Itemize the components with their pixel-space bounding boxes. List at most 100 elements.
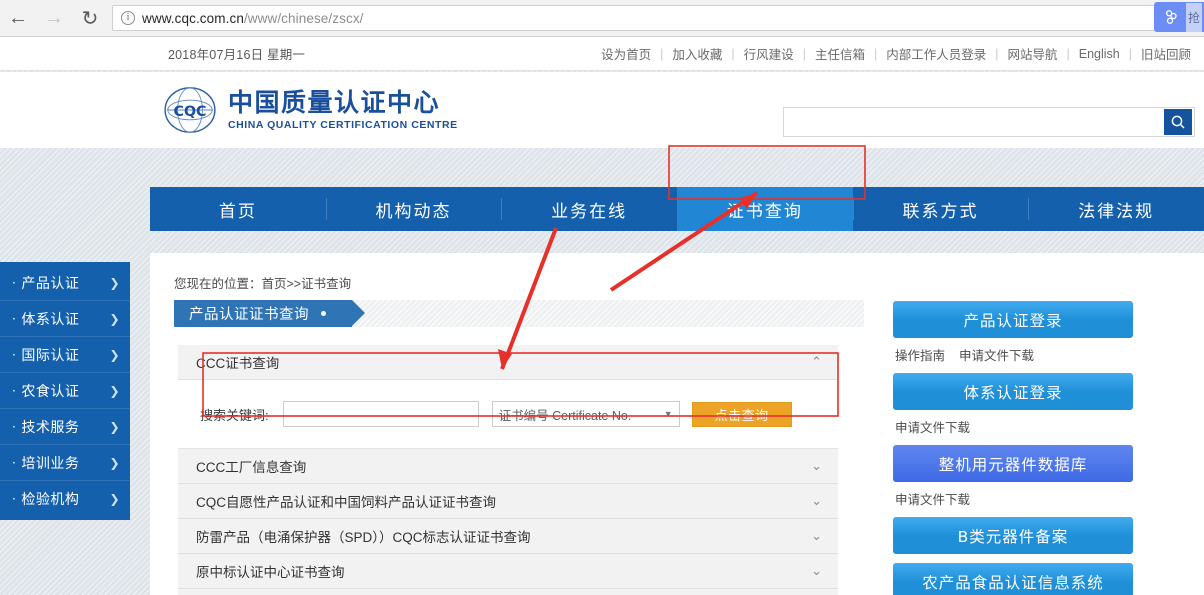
bullet-icon: ·: [12, 419, 17, 434]
search-keyword-label: 搜索关键词:: [200, 407, 269, 423]
chevron-down-icon[interactable]: ⌄: [811, 458, 822, 474]
left-sidebar: · 产品认证 ❯ · 体系认证 ❯ · 国际认证 ❯ · 农食认证 ❯ · 技术…: [0, 262, 130, 520]
accordion-header-spd-lightning[interactable]: 防雷产品（电涌保护器（SPD））CQC标志认证证书查询 ⌄: [178, 519, 838, 554]
site-search-button[interactable]: [1164, 109, 1192, 135]
system-certification-login-button[interactable]: 体系认证登录: [893, 373, 1133, 410]
bullet-icon: ·: [12, 347, 17, 362]
link-application-download[interactable]: 申请文件下载: [895, 489, 970, 508]
chevron-down-icon[interactable]: ⌄: [811, 528, 822, 544]
link-operation-guide[interactable]: 操作指南: [895, 345, 945, 364]
bullet-icon: ·: [12, 455, 17, 470]
sidebar-item-label: 技术服务: [21, 419, 80, 436]
clover-extension-icon: [1165, 10, 1177, 24]
site-logo[interactable]: CQC 中国质量认证中心 CHINA QUALITY CERTIFICATION…: [163, 86, 458, 134]
utility-link-director-mailbox[interactable]: 主任信箱: [806, 44, 874, 63]
chevron-right-icon: ❯: [109, 347, 120, 362]
accordion-header-ccc-factory[interactable]: CCC工厂信息查询 ⌄: [178, 449, 838, 484]
url-text: www.cqc.com.cn/www/chinese/zscx/: [142, 11, 364, 26]
utility-link-site-map[interactable]: 网站导航: [998, 44, 1066, 63]
product-certification-links: 操作指南 申请文件下载: [895, 345, 1133, 364]
sidebar-item-training[interactable]: · 培训业务 ❯: [0, 445, 130, 481]
chevron-down-icon[interactable]: ⌄: [811, 493, 822, 509]
utility-link-old-site[interactable]: 旧站回顾: [1132, 44, 1200, 63]
link-application-download[interactable]: 申请文件下载: [895, 417, 970, 436]
accordion-header-former-cqm[interactable]: 原中标认证中心证书查询 ⌄: [178, 554, 838, 589]
utility-links: 设为首页 | 加入收藏 | 行风建设 | 主任信箱 | 内部工作人员登录 | 网站导航 | …: [592, 44, 1200, 63]
utility-link-staff-login[interactable]: 内部工作人员登录: [877, 44, 995, 63]
panel-title-bar: 产品认证证书查询: [174, 300, 864, 327]
search-type-value: 证书编号 Certificate No.: [498, 408, 632, 423]
browser-extension-button[interactable]: 抢: [1154, 2, 1204, 32]
chevron-right-icon: ❯: [109, 455, 120, 470]
magnifier-icon: [1171, 115, 1185, 129]
sidebar-item-label: 产品认证: [21, 275, 80, 292]
forward-arrow-icon[interactable]: →: [36, 0, 72, 36]
nav-item-home[interactable]: 首页: [150, 187, 326, 231]
web-page: 2018年07月16日 星期一 设为首页 | 加入收藏 | 行风建设 | 主任信箱 | …: [0, 37, 1204, 595]
sidebar-item-label: 培训业务: [21, 455, 80, 472]
utility-link-conduct[interactable]: 行风建设: [735, 44, 803, 63]
sidebar-item-international-certification[interactable]: · 国际认证 ❯: [0, 337, 130, 373]
reload-icon[interactable]: ↻: [72, 0, 108, 36]
nav-item-certificate-query[interactable]: 证书查询: [677, 187, 853, 231]
accordion-label: 原中标认证中心证书查询: [196, 565, 345, 580]
agri-food-info-system-button[interactable]: 农产品食品认证信息系统: [893, 563, 1133, 595]
chevron-down-icon[interactable]: ⌄: [811, 563, 822, 579]
bullet-icon: ·: [12, 492, 17, 506]
component-database-button[interactable]: 整机用元器件数据库: [893, 445, 1133, 482]
url-domain: www.cqc.com.cn: [142, 10, 244, 26]
accordion-header-cb-certificate[interactable]: CB产品认证证书查询 ⌄: [178, 589, 838, 595]
search-submit-button[interactable]: 点击查询: [691, 401, 792, 427]
utility-link-set-homepage[interactable]: 设为首页: [592, 44, 660, 63]
chevron-right-icon: ❯: [109, 383, 120, 398]
sidebar-item-label: 农食认证: [21, 383, 80, 400]
nav-item-laws[interactable]: 法律法规: [1028, 187, 1204, 231]
breadcrumb: 您现在的位置：首页>>证书查询: [174, 277, 352, 291]
dot-icon: [321, 311, 326, 316]
accordion-header-cqc-voluntary[interactable]: CQC自愿性产品认证和中国饲料产品认证证书查询 ⌄: [178, 484, 838, 519]
sidebar-item-label: 检验机构: [21, 492, 80, 508]
address-bar[interactable]: i www.cqc.com.cn/www/chinese/zscx/: [112, 5, 1198, 31]
nav-item-news[interactable]: 机构动态: [325, 187, 502, 231]
page-title-label: 产品认证证书查询: [189, 307, 309, 323]
info-icon[interactable]: i: [121, 11, 135, 25]
utility-link-add-favorite[interactable]: 加入收藏: [663, 44, 731, 63]
sidebar-item-product-certification[interactable]: · 产品认证 ❯: [0, 265, 130, 301]
ccc-search-form: 搜索关键词: 证书编号 Certificate No. ▼ 点击查询: [178, 380, 838, 449]
utility-bar: 2018年07月16日 星期一 设为首页 | 加入收藏 | 行风建设 | 主任信箱 | …: [0, 37, 1204, 71]
page-title: 产品认证证书查询: [174, 300, 365, 327]
site-header: CQC 中国质量认证中心 CHINA QUALITY CERTIFICATION…: [0, 72, 1204, 148]
accordion-label: CCC证书查询: [196, 356, 280, 371]
utility-link-english[interactable]: English: [1070, 47, 1129, 61]
link-application-download[interactable]: 申请文件下载: [959, 345, 1034, 364]
sidebar-item-system-certification[interactable]: · 体系认证 ❯: [0, 301, 130, 337]
sidebar-item-label: 国际认证: [21, 347, 80, 364]
cqc-globe-logo: CQC: [164, 87, 216, 133]
sidebar-item-agriculture-food-certification[interactable]: · 农食认证 ❯: [0, 373, 130, 409]
nav-item-online-service[interactable]: 业务在线: [501, 187, 677, 231]
site-search-box[interactable]: [783, 107, 1195, 137]
component-database-links: 申请文件下载: [895, 489, 1133, 508]
sidebar-item-technical-service[interactable]: · 技术服务 ❯: [0, 409, 130, 445]
sidebar-item-label: 体系认证: [21, 311, 80, 328]
caret-down-icon: ▼: [663, 409, 673, 419]
chevron-up-icon[interactable]: ⌃: [811, 354, 822, 370]
class-b-component-filing-button[interactable]: B类元器件备案: [893, 517, 1133, 554]
logo-chinese-name: 中国质量认证中心: [228, 87, 441, 117]
accordion-label: 防雷产品（电涌保护器（SPD））CQC标志认证证书查询: [196, 530, 531, 545]
accordion-label: CQC自愿性产品认证和中国饲料产品认证证书查询: [196, 495, 496, 510]
accordion-header-ccc-certificate[interactable]: CCC证书查询 ⌃: [178, 345, 838, 380]
product-certification-login-button[interactable]: 产品认证登录: [893, 301, 1133, 338]
accordion-list: CCC证书查询 ⌃ 搜索关键词: 证书编号 Certificate No. ▼ …: [178, 345, 838, 595]
accordion-label: CCC工厂信息查询: [196, 460, 307, 475]
site-search-input[interactable]: [784, 108, 1164, 136]
sidebar-item-inspection-agency[interactable]: · 检验机构 ❯: [0, 481, 130, 517]
back-arrow-icon[interactable]: ←: [0, 0, 36, 36]
browser-toolbar: ← → ↻ i www.cqc.com.cn/www/chinese/zscx/…: [0, 0, 1204, 37]
nav-item-contact[interactable]: 联系方式: [852, 187, 1029, 231]
search-keyword-input[interactable]: [282, 401, 479, 427]
extension-label: 抢: [1186, 2, 1203, 32]
search-type-select[interactable]: 证书编号 Certificate No. ▼: [491, 401, 680, 427]
svg-text:CQC: CQC: [174, 104, 207, 120]
chevron-right-icon: ❯: [109, 492, 120, 506]
